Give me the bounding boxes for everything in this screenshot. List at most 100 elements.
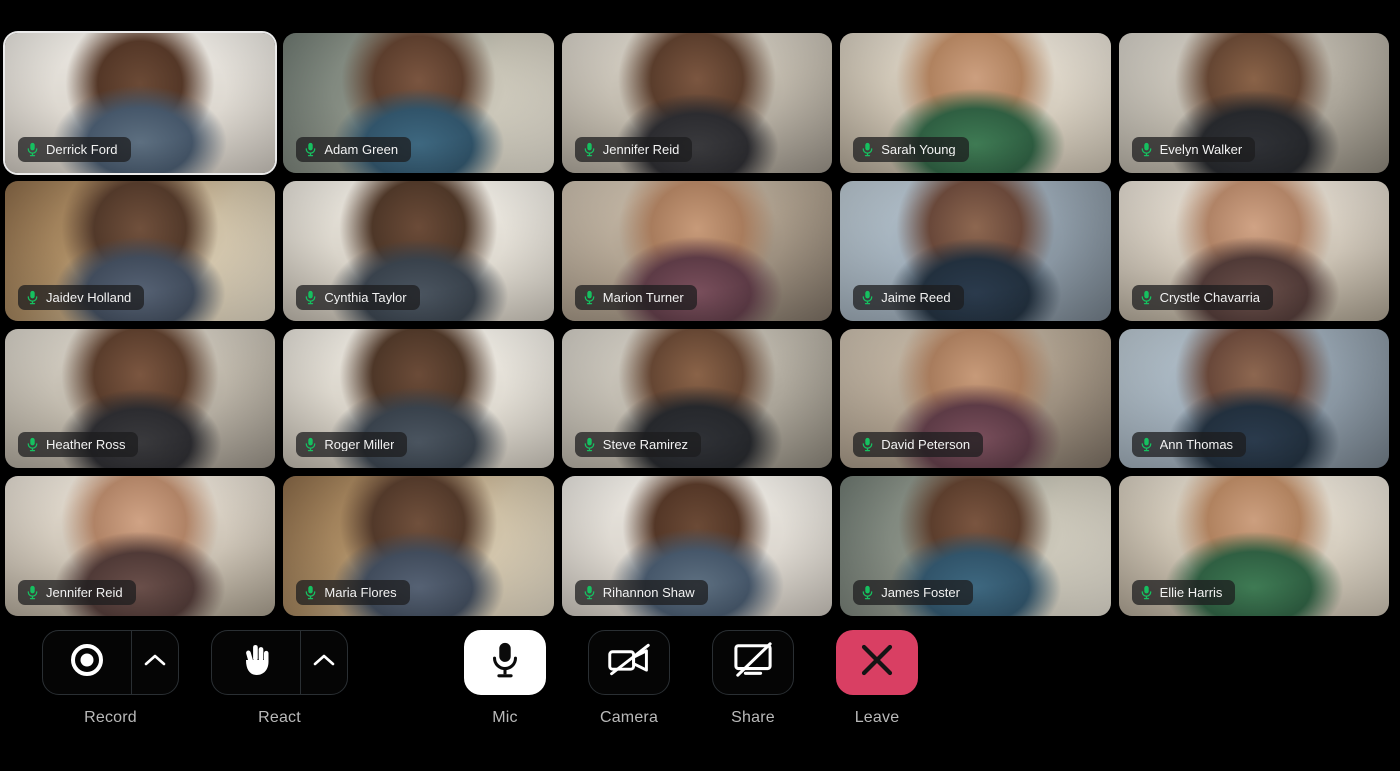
- participant-tile[interactable]: Sarah Young: [840, 33, 1111, 173]
- participant-tile[interactable]: Marion Turner: [561, 180, 833, 321]
- participant-name: Jaime Reed: [881, 290, 951, 304]
- participant-name: Jaidev Holland: [46, 290, 132, 304]
- record-control-group: Record: [42, 630, 179, 727]
- participant-tile[interactable]: Jaidev Holland: [5, 180, 276, 321]
- participant-name: Crystle Chavarria: [1159, 290, 1261, 304]
- mic-on-icon: [1141, 438, 1151, 452]
- mic-on-icon: [584, 290, 595, 304]
- share-label: Share: [731, 709, 775, 726]
- chevron-up-icon: [144, 653, 166, 672]
- participant-tile[interactable]: Ann Thomas: [1118, 328, 1389, 469]
- mic-control-group: Mic: [464, 630, 546, 727]
- participant-name: Marion Turner: [602, 290, 684, 304]
- mic-on-icon: [584, 142, 595, 157]
- meeting-screen: Derrick Ford Adam Green Jennifer Reid Sarah…: [0, 0, 1400, 771]
- raised-hand-icon: [236, 640, 276, 685]
- leave-button[interactable]: [836, 630, 918, 695]
- participant-name-badge: Roger Miller: [296, 432, 408, 458]
- participant-name: Evelyn Walker: [1159, 142, 1243, 156]
- mic-on-icon: [306, 438, 316, 452]
- participant-name: Ellie Harris: [1159, 586, 1223, 599]
- participant-tile[interactable]: Steve Ramirez: [561, 328, 833, 469]
- mic-label: Mic: [492, 709, 518, 726]
- microphone-icon: [487, 640, 523, 685]
- react-options-button[interactable]: [301, 631, 347, 694]
- participant-name: Maria Flores: [324, 586, 397, 599]
- mic-on-icon: [1141, 290, 1151, 304]
- participant-tile[interactable]: Jaime Reed: [840, 180, 1111, 321]
- camera-label: Camera: [599, 709, 659, 726]
- participant-name-badge: Sarah Young: [853, 136, 969, 162]
- participant-name: Steve Ramirez: [602, 438, 689, 452]
- participant-name-badge: Ann Thomas: [1131, 432, 1247, 458]
- participant-tile[interactable]: Crystle Chavarria: [1118, 180, 1389, 321]
- participant-tile[interactable]: Cynthia Taylor: [283, 180, 554, 321]
- record-label: Record: [84, 709, 137, 726]
- participant-name-badge: Ellie Harris: [1131, 580, 1236, 605]
- record-split-button[interactable]: [42, 630, 179, 695]
- participant-name-badge: Crystle Chavarria: [1131, 284, 1274, 310]
- mic-on-icon: [1141, 585, 1151, 600]
- participant-name: Cynthia Taylor: [324, 290, 407, 304]
- participant-name-badge: Marion Turner: [574, 284, 697, 310]
- record-options-button[interactable]: [132, 631, 178, 694]
- participant-name: Heather Ross: [46, 438, 126, 452]
- participant-name: David Peterson: [881, 438, 971, 452]
- share-button[interactable]: [712, 630, 794, 695]
- chevron-up-icon: [313, 653, 335, 672]
- participant-name-badge: Jaime Reed: [853, 284, 964, 310]
- mic-on-icon: [862, 142, 873, 157]
- participant-name: Ann Thomas: [1159, 438, 1234, 452]
- participant-tile[interactable]: Maria Flores: [283, 476, 554, 616]
- participant-name-badge: James Foster: [853, 580, 973, 605]
- mic-on-icon: [584, 585, 595, 600]
- leave-label: Leave: [854, 709, 900, 726]
- participant-name: Derrick Ford: [46, 142, 118, 156]
- participant-tile[interactable]: David Peterson: [840, 328, 1111, 469]
- participant-grid: Derrick Ford Adam Green Jennifer Reid Sarah…: [5, 33, 1389, 616]
- participant-name-badge: Jennifer Reid: [574, 136, 693, 162]
- participant-name: Roger Miller: [324, 438, 395, 452]
- mic-on-icon: [1141, 142, 1151, 157]
- mic-button[interactable]: [464, 630, 546, 695]
- participant-tile[interactable]: Derrick Ford: [5, 33, 276, 173]
- camera-button[interactable]: [588, 630, 670, 695]
- react-split-button[interactable]: [211, 630, 348, 695]
- participant-name: Jennifer Reid: [46, 586, 123, 599]
- camera-control-group: Camera: [588, 630, 670, 727]
- participant-name-badge: Jaidev Holland: [18, 284, 145, 310]
- participant-tile[interactable]: James Foster: [840, 476, 1111, 616]
- participant-name-badge: Heather Ross: [18, 432, 139, 458]
- screen-share-off-icon: [732, 641, 774, 684]
- participant-name-badge: David Peterson: [853, 432, 984, 458]
- mic-on-icon: [306, 142, 316, 157]
- participant-name-badge: Maria Flores: [296, 580, 410, 605]
- participant-tile[interactable]: Roger Miller: [283, 328, 554, 469]
- mic-on-icon: [306, 290, 316, 304]
- meeting-toolbar: Record React Mic Camera Share Leave: [0, 616, 1400, 771]
- participant-name: Rihannon Shaw: [602, 586, 695, 599]
- share-control-group: Share: [712, 630, 794, 727]
- participant-tile[interactable]: Jennifer Reid: [5, 476, 276, 616]
- react-button[interactable]: [212, 631, 300, 694]
- mic-on-icon: [27, 438, 38, 452]
- participant-name: Adam Green: [324, 142, 399, 156]
- participant-tile[interactable]: Heather Ross: [5, 328, 276, 469]
- participant-tile[interactable]: Adam Green: [283, 33, 554, 173]
- participant-name: James Foster: [881, 586, 960, 599]
- participant-tile[interactable]: Evelyn Walker: [1118, 33, 1389, 173]
- participant-tile[interactable]: Rihannon Shaw: [561, 476, 833, 616]
- leave-control-group: Leave: [836, 630, 918, 727]
- mic-on-icon: [584, 438, 595, 452]
- participant-name-badge: Derrick Ford: [18, 136, 131, 162]
- mic-on-icon: [862, 438, 873, 452]
- mic-on-icon: [862, 585, 873, 600]
- participant-name-badge: Steve Ramirez: [574, 432, 702, 458]
- participant-name: Jennifer Reid: [602, 142, 680, 156]
- record-button[interactable]: [43, 631, 131, 694]
- video-camera-off-icon: [607, 642, 651, 683]
- close-x-icon: [857, 640, 897, 685]
- participant-tile[interactable]: Ellie Harris: [1118, 476, 1389, 616]
- mic-on-icon: [27, 142, 38, 157]
- participant-tile[interactable]: Jennifer Reid: [561, 33, 833, 173]
